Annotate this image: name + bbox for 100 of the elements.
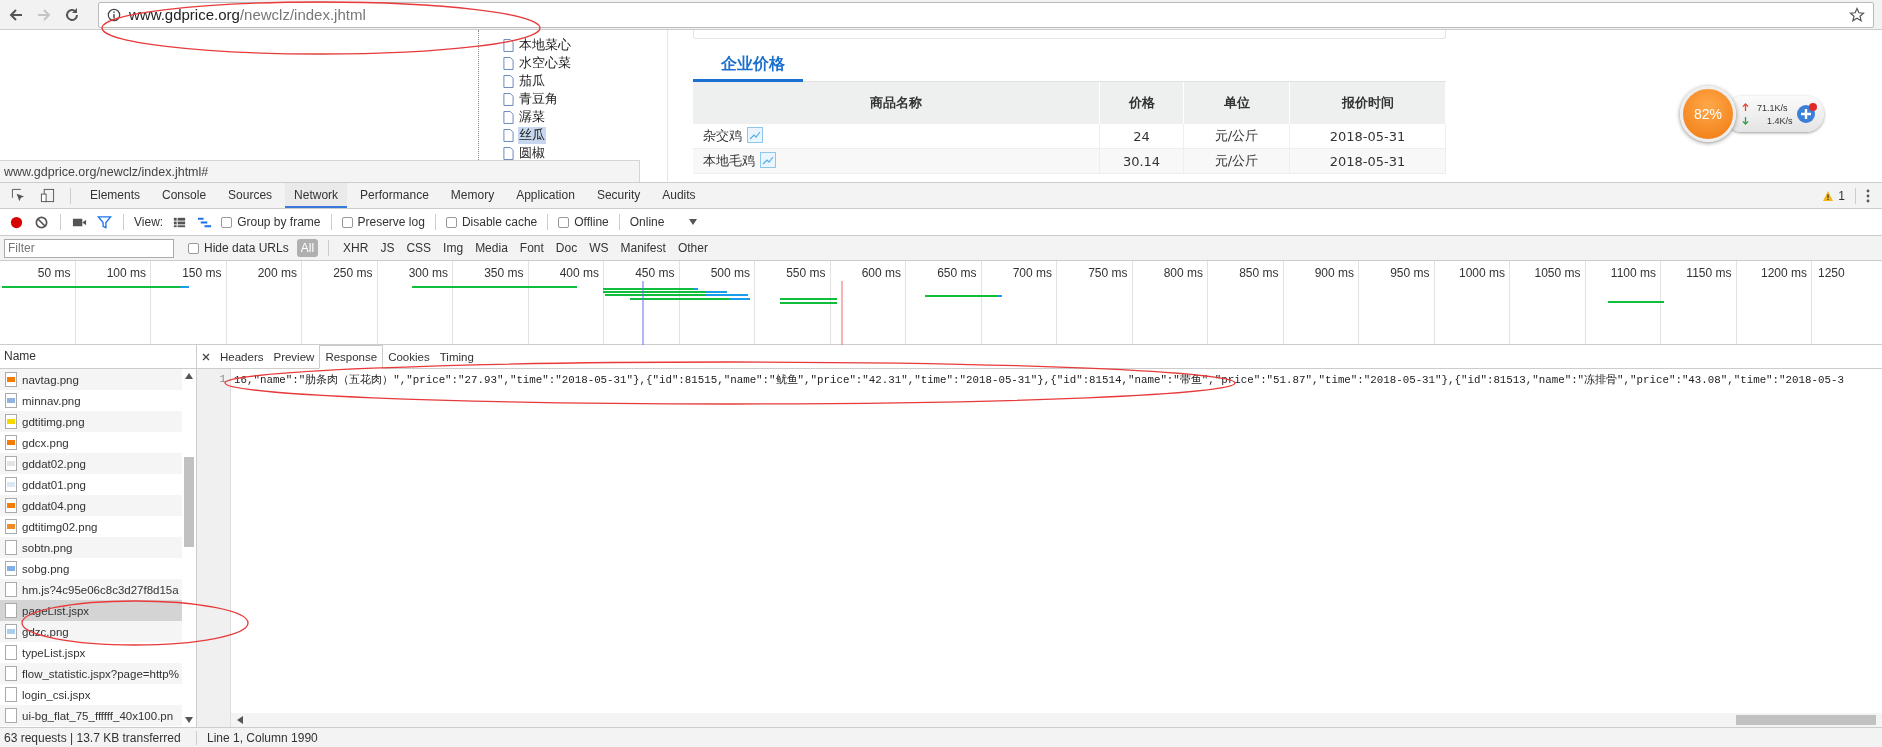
devtools-tab[interactable]: Application — [507, 183, 584, 208]
devtools-tab[interactable]: Security — [587, 183, 650, 208]
caret-icon[interactable] — [688, 218, 699, 226]
time-tick-label: 200 ms — [257, 266, 297, 280]
tree-item[interactable]: 茄瓜 — [518, 72, 546, 90]
checkbox-label[interactable]: Offline — [574, 215, 609, 229]
throttle-select[interactable]: Online — [629, 215, 665, 229]
request-row[interactable]: ui-bg_flat_75_ffffff_40x100.pn — [0, 705, 182, 726]
scroll-down-arrow-icon[interactable] — [185, 717, 193, 723]
type-filter-button[interactable]: Img — [439, 239, 468, 257]
checkbox[interactable] — [558, 216, 570, 228]
type-filter-button[interactable]: WS — [585, 239, 613, 257]
table-cell: 元/公斤 — [1214, 128, 1259, 143]
time-tick-label: 650 ms — [937, 266, 977, 280]
record-button[interactable] — [9, 214, 24, 230]
checkbox-label[interactable]: Hide data URLs — [204, 241, 289, 255]
detail-tab[interactable]: Response — [319, 345, 384, 369]
time-tick-label: 1050 ms — [1534, 266, 1581, 280]
request-summary: 63 requests | 13.7 KB transferred — [0, 730, 197, 745]
checkbox[interactable] — [221, 216, 233, 228]
type-filter-button[interactable]: Doc — [551, 239, 582, 257]
type-filter-button[interactable]: Media — [471, 239, 512, 257]
address-bar[interactable]: www.gdprice.org/newclz/index.jhtml — [98, 1, 1874, 28]
request-row[interactable]: gdtitimg.png — [0, 411, 182, 432]
devtools-tab[interactable]: Memory — [441, 183, 504, 208]
time-tick-label: 150 ms — [182, 266, 222, 280]
download-speed: 1.4K/s — [1767, 115, 1793, 126]
time-tick-label: 1250 — [1818, 266, 1845, 280]
tree-item[interactable]: 青豆角 — [518, 90, 559, 108]
checkbox[interactable] — [445, 216, 457, 228]
devtools-tab[interactable]: Console — [153, 183, 216, 208]
tree-item[interactable]: 丝瓜 — [518, 126, 546, 144]
type-filter-button[interactable]: Other — [673, 239, 712, 257]
request-row[interactable]: hm.js?4c95e06c8c3d27f8d15a — [0, 579, 182, 600]
tree-item[interactable]: 水空心菜 — [518, 54, 572, 72]
file-icon — [5, 498, 17, 513]
detail-tab[interactable]: Headers — [215, 345, 269, 368]
reload-icon[interactable] — [64, 6, 80, 23]
tree-item[interactable]: 潺菜 — [518, 108, 546, 126]
request-row[interactable]: gddat04.png — [0, 495, 182, 516]
detail-tab[interactable]: Timing — [434, 345, 479, 368]
link-status-tooltip: www.gdprice.org/newclz/index.jhtml# — [0, 160, 640, 182]
scroll-up-arrow-icon[interactable] — [185, 373, 193, 379]
detail-tab[interactable]: Cookies — [383, 345, 435, 368]
inspect-icon[interactable] — [11, 188, 26, 203]
document-icon — [503, 56, 514, 70]
time-tick-label: 450 ms — [635, 266, 675, 280]
scrollbar-thumb[interactable] — [1736, 715, 1876, 725]
plus-icon[interactable] — [1796, 102, 1818, 124]
time-tick-label: 1200 ms — [1760, 266, 1807, 280]
clear-icon[interactable] — [34, 214, 49, 230]
checkbox-label[interactable]: Preserve log — [357, 215, 425, 229]
checkbox[interactable] — [341, 216, 353, 228]
tree-item[interactable]: 圆椒 — [518, 144, 546, 162]
filter-icon[interactable] — [97, 214, 112, 230]
request-row[interactable]: flow_statistic.jspx?page=http% — [0, 663, 182, 684]
devtools-tab[interactable]: Network — [285, 183, 348, 208]
more-options-icon[interactable] — [1866, 188, 1870, 203]
type-filter-button[interactable]: CSS — [402, 239, 436, 257]
warning-icon[interactable] — [1822, 189, 1835, 202]
time-tick-label: 550 ms — [786, 266, 826, 280]
star-icon[interactable] — [1849, 6, 1865, 23]
warning-count[interactable]: 1 — [1838, 188, 1845, 203]
column-header: 价格 — [1099, 82, 1184, 124]
scroll-left-arrow-icon[interactable] — [237, 716, 243, 724]
back-icon[interactable] — [8, 6, 24, 23]
document-icon — [503, 128, 514, 142]
tree-item[interactable]: 本地菜心 — [518, 36, 572, 54]
devtools-tab[interactable]: Performance — [351, 183, 438, 208]
type-filter-button[interactable]: Font — [515, 239, 548, 257]
devtools-tab[interactable]: Elements — [81, 183, 150, 208]
request-row[interactable]: gddat02.png — [0, 453, 182, 474]
memory-gauge: 82% — [1680, 86, 1736, 142]
file-icon — [5, 519, 17, 534]
time-tick-label: 750 ms — [1088, 266, 1128, 280]
device-icon[interactable] — [40, 188, 55, 203]
file-icon — [5, 435, 17, 450]
time-tick-label: 1150 ms — [1686, 266, 1732, 280]
column-header: 商品名称 — [693, 82, 1100, 124]
time-tick-label: 1100 ms — [1610, 266, 1656, 280]
type-filter-button[interactable]: XHR — [339, 239, 373, 257]
horizontal-scrollbar[interactable] — [231, 713, 1882, 727]
info-icon[interactable] — [107, 7, 121, 22]
checkbox-label[interactable]: Group by frame — [237, 215, 321, 229]
request-row[interactable]: sobtn.png — [0, 537, 182, 558]
cursor-position: Line 1, Column 1990 — [207, 730, 318, 745]
table-cell: 2018-05-31 — [1329, 153, 1406, 169]
time-tick-label: 1000 ms — [1458, 266, 1505, 280]
scrollbar-thumb[interactable] — [184, 457, 194, 547]
type-filter-button[interactable]: JS — [376, 239, 399, 257]
line-number: 1 — [219, 373, 226, 385]
devtools-tab[interactable]: Audits — [653, 183, 705, 208]
checkbox[interactable] — [188, 242, 199, 254]
devtools-tab[interactable]: Sources — [219, 183, 282, 208]
checkbox-label[interactable]: Disable cache — [461, 215, 538, 229]
filter-field[interactable]: Filter — [4, 238, 174, 258]
time-tick-label: 900 ms — [1314, 266, 1354, 280]
request-row[interactable]: navtag.png — [0, 369, 182, 390]
type-filter-button[interactable]: Manifest — [616, 239, 670, 257]
detail-tab[interactable]: Preview — [268, 345, 320, 368]
